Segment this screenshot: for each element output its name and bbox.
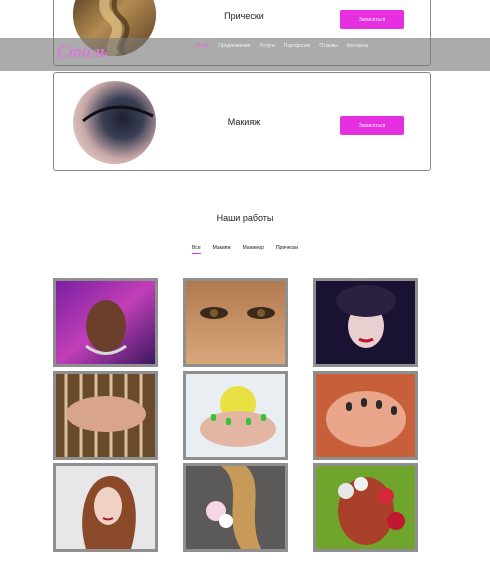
- nav-item-contacts[interactable]: Контакты: [347, 43, 369, 49]
- nav-item-about[interactable]: О нас: [196, 43, 209, 49]
- gallery-image-hairstyle-1[interactable]: [53, 463, 158, 552]
- top-navbar: Стиль О нас Предложения Услуги Портфолио…: [0, 38, 490, 71]
- filter-tab-hairstyles[interactable]: Прически: [276, 245, 298, 254]
- gallery-image-hairstyle-3[interactable]: [313, 463, 418, 552]
- gallery-image-manicure-1[interactable]: [53, 371, 158, 460]
- portfolio-filter-tabs: Все Макияж Маникюр Прически: [0, 245, 490, 254]
- gallery-image-hairstyle-2[interactable]: [183, 463, 288, 552]
- book-button[interactable]: Записаться: [340, 10, 404, 29]
- nav-item-reviews[interactable]: Отзывы: [319, 43, 337, 49]
- works-section-title: Наши работы: [216, 213, 274, 223]
- filter-tab-all[interactable]: Все: [192, 245, 201, 254]
- nav-item-portfolio[interactable]: Портфолио: [284, 43, 311, 49]
- filter-tab-manicure[interactable]: Маникюр: [243, 245, 264, 254]
- service-title: Макияж: [227, 117, 261, 127]
- gallery-image-makeup-3[interactable]: [313, 278, 418, 367]
- service-title: Прически: [224, 11, 264, 21]
- nav-item-services[interactable]: Услуги: [259, 43, 274, 49]
- makeup-avatar-image: [73, 81, 156, 164]
- gallery-image-manicure-3[interactable]: [313, 371, 418, 460]
- site-logo[interactable]: Стиль: [57, 42, 108, 62]
- filter-tab-makeup[interactable]: Макияж: [213, 245, 231, 254]
- gallery-image-makeup-2[interactable]: [183, 278, 288, 367]
- book-button[interactable]: Записаться: [340, 116, 404, 135]
- gallery-image-manicure-2[interactable]: [183, 371, 288, 460]
- gallery-image-makeup-1[interactable]: [53, 278, 158, 367]
- nav-item-offers[interactable]: Предложения: [218, 43, 250, 49]
- main-nav: О нас Предложения Услуги Портфолио Отзыв…: [196, 43, 368, 49]
- service-card-makeup: Макияж Записаться: [53, 72, 431, 171]
